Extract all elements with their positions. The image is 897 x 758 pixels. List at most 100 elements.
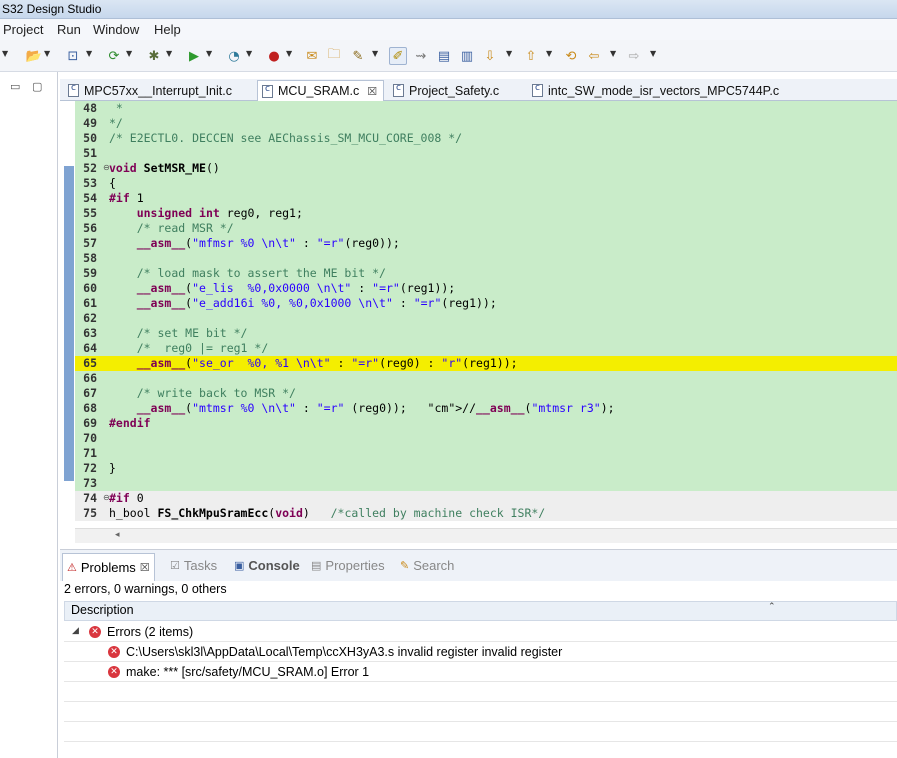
code-line[interactable]: #if 1	[109, 191, 897, 206]
tab-mcu-sram[interactable]: MCU_SRAM.c ☒	[257, 80, 385, 102]
search-icon: ✎	[400, 559, 410, 572]
line-number: 59	[75, 266, 109, 281]
code-line[interactable]: __asm__("e_lis %0,0x0000 \n\t" : "=r"(re…	[109, 281, 897, 296]
line-number: 49	[75, 116, 109, 131]
c-file-icon	[393, 83, 404, 97]
horizontal-scrollbar[interactable]: ◂	[75, 528, 897, 543]
profile-icon[interactable]: ◔	[225, 47, 243, 65]
tab-problems[interactable]: ⚠ Problems ☒	[62, 553, 155, 581]
forward-icon[interactable]: ⇨	[625, 47, 643, 65]
code-line[interactable]: */	[109, 116, 897, 131]
highlight-icon[interactable]: ✐	[389, 47, 407, 65]
line-number: 68	[75, 401, 109, 416]
code-line[interactable]: /* write back to MSR */	[109, 386, 897, 401]
prev-annotation-icon[interactable]: ⇧	[522, 47, 540, 65]
code-editor[interactable]: * *//* E2ECTL0. DECCEN see AEChassis_SM_M…	[60, 101, 897, 543]
column-icon[interactable]: ▤	[435, 47, 453, 65]
window-title: S32 Design Studio	[2, 2, 102, 16]
fold-icon[interactable]: ⊖	[103, 163, 110, 172]
back-icon[interactable]: ⇦	[585, 47, 603, 65]
code-line[interactable]	[109, 251, 897, 266]
sort-arrow-icon: ⌃	[768, 602, 776, 612]
link-icon[interactable]: ⇝	[412, 47, 430, 65]
code-line[interactable]: __asm__("mtmsr %0 \n\t" : "=r" (reg0)); …	[109, 401, 897, 416]
tab-properties[interactable]: ▤ Properties	[311, 558, 385, 573]
error-row[interactable]: ✕ C:\Users\skl3l\AppData\Local\Temp\ccXH…	[64, 642, 897, 662]
maximize-icon[interactable]: ▢	[32, 80, 42, 93]
tab-search[interactable]: ✎ Search	[400, 558, 454, 573]
empty-row	[64, 702, 897, 722]
code-line[interactable]: *	[109, 101, 897, 116]
code-line[interactable]: __asm__("se_or %0, %1 \n\t" : "=r"(reg0)…	[109, 356, 897, 371]
line-number: 51	[75, 146, 109, 161]
tab-console[interactable]: ▣ Console	[234, 558, 300, 573]
code-line[interactable]: /* reg0 |= reg1 */	[109, 341, 897, 356]
column-header-description[interactable]: Description ⌃	[64, 601, 897, 621]
tab-mpc57xx-interrupt-init[interactable]: MPC57xx__Interrupt_Init.c	[64, 80, 238, 101]
code-line[interactable]: #endif	[109, 416, 897, 431]
close-icon[interactable]: ☒	[140, 561, 150, 574]
line-number: 58	[75, 251, 109, 266]
code-line[interactable]: /* E2ECTL0. DECCEN see AEChassis_SM_MCU_…	[109, 131, 897, 146]
tab-label: Problems	[80, 560, 136, 575]
menu-help[interactable]: Help	[154, 22, 181, 37]
menu-run[interactable]: Run	[57, 22, 81, 37]
code-line[interactable]: /* load mask to assert the ME bit */	[109, 266, 897, 281]
code-line[interactable]	[109, 311, 897, 326]
error-group-row[interactable]: ◢ ✕ Errors (2 items)	[64, 622, 897, 642]
menu-window[interactable]: Window	[93, 22, 139, 37]
line-number: 66	[75, 371, 109, 386]
code-area[interactable]: * *//* E2ECTL0. DECCEN see AEChassis_SM_M…	[109, 101, 897, 528]
line-number: 56	[75, 221, 109, 236]
code-line[interactable]: __asm__("mfmsr %0 \n\t" : "=r"(reg0));	[109, 236, 897, 251]
close-icon[interactable]: ☒	[367, 85, 377, 98]
code-line[interactable]: /* set ME bit */	[109, 326, 897, 341]
code-line[interactable]: void SetMSR_ME()	[109, 161, 897, 176]
scroll-left-icon[interactable]: ◂	[115, 530, 120, 540]
code-line[interactable]	[109, 146, 897, 161]
pen-icon[interactable]: ✎	[349, 47, 367, 65]
problems-icon: ⚠	[67, 561, 77, 574]
error-message: C:\Users\skl3l\AppData\Local\Temp\ccXH3y…	[126, 645, 563, 659]
code-line[interactable]: unsigned int reg0, reg1;	[109, 206, 897, 221]
tab-label: Console	[248, 558, 300, 573]
tab-label: MPC57xx__Interrupt_Init.c	[84, 83, 232, 98]
refresh-icon[interactable]: ⟳	[105, 47, 123, 65]
problems-summary: 2 errors, 0 warnings, 0 others	[64, 582, 227, 596]
code-line[interactable]	[109, 371, 897, 386]
change-ruler-mark	[64, 166, 74, 481]
code-line[interactable]: h_bool FS_ChkMpuSramEcc(void) /*called b…	[109, 506, 897, 521]
open-type-icon[interactable]: ✉	[303, 47, 321, 65]
line-number: 61	[75, 296, 109, 311]
expand-icon[interactable]: ◢	[72, 626, 79, 636]
error-message: make: *** [src/safety/MCU_SRAM.o] Error …	[126, 665, 370, 679]
empty-row	[64, 722, 897, 742]
tab-tasks[interactable]: ☑ Tasks	[170, 558, 217, 573]
minimize-icon[interactable]: ▭	[10, 80, 20, 93]
debug-icon[interactable]: ✱	[145, 47, 163, 65]
code-line[interactable]: }	[109, 461, 897, 476]
code-line[interactable]: {	[109, 176, 897, 191]
fold-icon[interactable]: ⊖	[103, 493, 110, 502]
code-line[interactable]	[109, 476, 897, 491]
next-annotation-icon[interactable]: ⇩	[481, 47, 499, 65]
tab-project-safety[interactable]: Project_Safety.c	[389, 80, 505, 101]
menu-project[interactable]: Project	[3, 22, 43, 37]
code-line[interactable]	[109, 446, 897, 461]
open-folder-icon[interactable]: 📂	[25, 47, 43, 65]
line-number: 50	[75, 131, 109, 146]
error-row[interactable]: ✕ make: *** [src/safety/MCU_SRAM.o] Erro…	[64, 662, 897, 682]
line-number: 60	[75, 281, 109, 296]
last-edit-icon[interactable]: ⟲	[562, 47, 580, 65]
new-class-icon[interactable]: ⊡	[64, 47, 82, 65]
run-icon[interactable]: ▶	[185, 47, 203, 65]
stop-icon[interactable]: ●	[265, 47, 283, 65]
code-line[interactable]	[109, 431, 897, 446]
folder-icon[interactable]: 🗀	[325, 47, 343, 65]
tab-intc-sw-mode[interactable]: intc_SW_mode_isr_vectors_MPC5744P.c	[528, 80, 785, 101]
code-line[interactable]: #if 0	[109, 491, 897, 506]
code-line[interactable]: __asm__("e_add16i %0, %0,0x1000 \n\t" : …	[109, 296, 897, 311]
code-line[interactable]: /* read MSR */	[109, 221, 897, 236]
line-number: 75	[75, 506, 109, 521]
block-icon[interactable]: ▥	[458, 47, 476, 65]
